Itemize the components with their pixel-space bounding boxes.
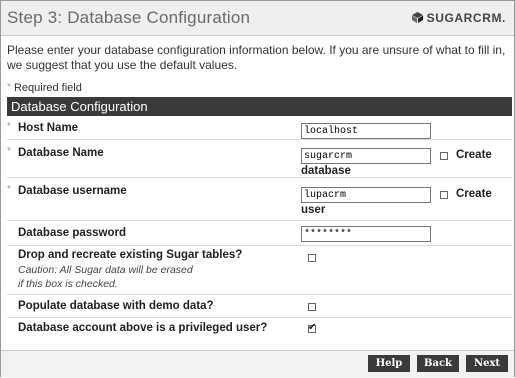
drop-tables-checkbox[interactable]	[308, 254, 316, 262]
required-note-text: Required field	[13, 82, 82, 94]
demo-data-checkbox[interactable]	[308, 303, 316, 311]
db-pass-row: Database password ********	[7, 222, 512, 246]
back-button[interactable]: Back	[417, 355, 459, 372]
intro-text: Please enter your database configuration…	[7, 43, 506, 72]
database-password-input[interactable]: ********	[301, 226, 431, 242]
next-button[interactable]: Next	[466, 355, 508, 372]
section-header: Database Configuration	[7, 97, 512, 116]
database-name-input[interactable]: sugarcrm	[301, 148, 431, 164]
create-database-checkbox[interactable]	[440, 152, 448, 160]
required-marker: *	[7, 184, 11, 195]
required-marker: *	[7, 146, 11, 157]
sugarcube-icon	[411, 12, 423, 23]
installer-window: Step 3: Database Configuration SUGARCRM.…	[0, 0, 515, 378]
required-field-note: * Required field	[7, 82, 82, 94]
drop-tables-caution-2: if this box is checked.	[18, 278, 118, 290]
privileged-row: Database account above is a privileged u…	[7, 319, 512, 341]
database-username-input[interactable]: lupacrm	[301, 187, 431, 203]
create-database-label-1: Create	[456, 149, 492, 161]
create-user-label-1: Create	[456, 188, 492, 200]
db-name-row: * Database Name sugarcrm Create database	[7, 141, 512, 178]
demo-data-row: Populate database with demo data?	[7, 296, 512, 318]
create-database-label-2: database	[301, 165, 351, 177]
header-bar: Step 3: Database Configuration SUGARCRM.	[1, 1, 514, 36]
create-user-checkbox[interactable]	[440, 191, 448, 199]
brand-logo: SUGARCRM.	[411, 11, 506, 25]
footer-bar: Help Back Next	[1, 350, 514, 378]
help-button[interactable]: Help	[368, 355, 410, 372]
drop-tables-row: Drop and recreate existing Sugar tables?…	[7, 247, 512, 295]
page-title: Step 3: Database Configuration	[7, 8, 251, 27]
host-row: * Host Name localhost	[7, 118, 512, 140]
host-name-input[interactable]: localhost	[301, 123, 431, 139]
db-user-row: * Database username lupacrm Create user	[7, 179, 512, 221]
create-user-label-2: user	[301, 204, 326, 216]
privileged-user-checkbox[interactable]	[308, 322, 316, 333]
required-marker: *	[7, 121, 11, 132]
drop-tables-caution: Caution: All Sugar data will be erased	[18, 264, 193, 276]
required-marker: *	[7, 82, 11, 93]
brand-name: SUGARCRM.	[426, 11, 506, 25]
